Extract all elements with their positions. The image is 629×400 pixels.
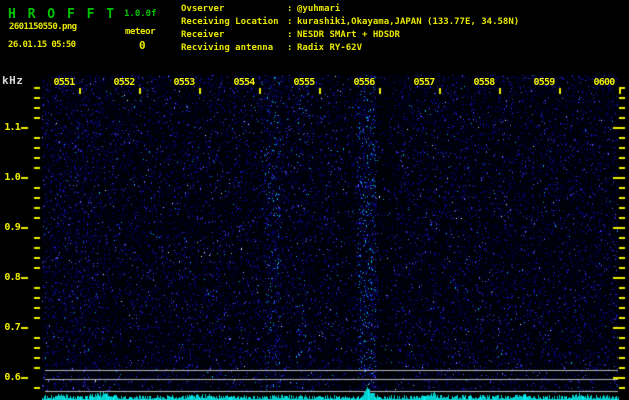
app-title: H R O F F T (8, 7, 117, 22)
freq-label-0.6: 0.6 (4, 372, 20, 383)
time-label-0600: 0600 (593, 77, 616, 88)
info-separator: : (287, 4, 293, 14)
freq-unit-label: kHz (2, 74, 24, 87)
info-value: NESDR SMArt + HDSDR (297, 30, 400, 40)
capture-datetime: 26.01.15 05:50 (8, 40, 76, 50)
time-label-0558: 0558 (473, 77, 496, 88)
info-label: Receiver (181, 30, 225, 40)
station-info: Ovserver: @yuhmari Receiving Location: kura… (181, 3, 519, 55)
meteor-counter-label: meteor (125, 27, 156, 37)
info-value: Radix RY-62V (297, 43, 363, 53)
station-info-row: Receiving Location: kurashiki,Okayama,JAP… (181, 16, 519, 29)
info-label: Ovserver (181, 4, 225, 14)
freq-label-0.8: 0.8 (4, 272, 20, 283)
time-label-0551: 0551 (53, 77, 76, 88)
freq-label-1.1: 1.1 (4, 122, 20, 133)
output-filename: 2601150550.png (9, 22, 77, 32)
meteor-counter-value: 0 (139, 39, 146, 52)
time-label-0557: 0557 (413, 77, 436, 88)
info-label: Recviving antenna (181, 43, 274, 53)
station-info-row: Receiver: NESDR SMArt + HDSDR (181, 29, 519, 42)
station-info-row: Ovserver: @yuhmari (181, 3, 519, 16)
info-separator: : (287, 30, 293, 40)
hrofft-screen: H R O F F T 1.0.0f 2601150550.png 26.01.… (0, 0, 629, 400)
freq-label-1.0: 1.0 (4, 172, 20, 183)
time-label-0555: 0555 (293, 77, 316, 88)
info-label: Receiving Location (181, 17, 279, 27)
info-value: kurashiki,Okayama,JAPAN (133.77E, 34.58N… (297, 17, 520, 27)
time-label-0552: 0552 (113, 77, 136, 88)
info-separator: : (287, 43, 293, 53)
spectrogram-canvas (0, 0, 629, 400)
info-value: @yuhmari (297, 4, 341, 14)
station-info-row: Recviving antenna: Radix RY-62V (181, 42, 519, 55)
freq-label-0.9: 0.9 (4, 222, 20, 233)
info-separator: : (287, 17, 293, 27)
time-label-0553: 0553 (173, 77, 196, 88)
time-label-0556: 0556 (353, 77, 376, 88)
freq-label-0.7: 0.7 (4, 322, 20, 333)
time-label-0554: 0554 (233, 77, 256, 88)
time-label-0559: 0559 (533, 77, 556, 88)
app-version: 1.0.0f (124, 9, 157, 19)
